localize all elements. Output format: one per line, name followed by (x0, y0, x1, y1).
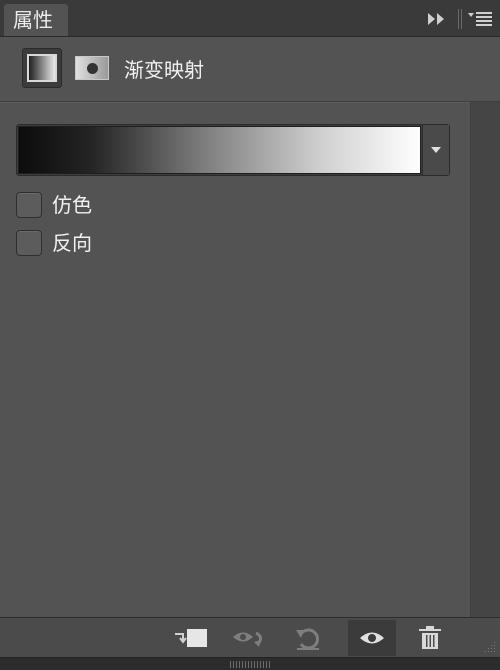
reverse-checkbox[interactable] (16, 230, 42, 256)
double-chevron-right-icon[interactable] (426, 10, 448, 28)
tab-properties[interactable]: 属性 (4, 4, 68, 36)
toggle-visibility-icon[interactable] (348, 620, 396, 656)
dither-label: 仿色 (52, 193, 92, 217)
panel-scrollbar[interactable] (470, 102, 500, 617)
gradient-map-adjustment-icon[interactable] (22, 48, 62, 88)
panel-resize-handle[interactable] (230, 661, 270, 668)
header-divider-line (0, 101, 500, 103)
panel-menu-icon[interactable] (468, 10, 492, 28)
dither-checkbox[interactable] (16, 192, 42, 218)
adjustment-header: 渐变映射 (0, 37, 500, 101)
gradient-dropdown-button[interactable] (422, 125, 449, 175)
reverse-option[interactable]: 反向 (16, 230, 92, 256)
gradient-preview[interactable] (18, 126, 421, 174)
clip-to-layer-icon[interactable] (166, 620, 214, 656)
panel-header-controls (426, 9, 492, 29)
tab-properties-label: 属性 (13, 8, 53, 32)
gradient-picker[interactable] (16, 124, 450, 176)
trash-icon[interactable] (406, 620, 454, 656)
reset-icon[interactable] (284, 620, 332, 656)
dither-option[interactable]: 仿色 (16, 192, 92, 218)
header-divider (458, 9, 462, 29)
view-previous-state-icon[interactable] (226, 620, 274, 656)
panel-footer (0, 657, 500, 670)
bottom-toolbar (0, 617, 500, 657)
resize-grip-icon[interactable] (482, 639, 496, 653)
chevron-down-icon (431, 147, 441, 153)
reverse-label: 反向 (52, 231, 92, 255)
panel-tab-bar: 属性 (0, 0, 500, 37)
adjustment-title: 渐变映射 (124, 58, 204, 82)
layer-mask-icon[interactable] (72, 48, 112, 88)
